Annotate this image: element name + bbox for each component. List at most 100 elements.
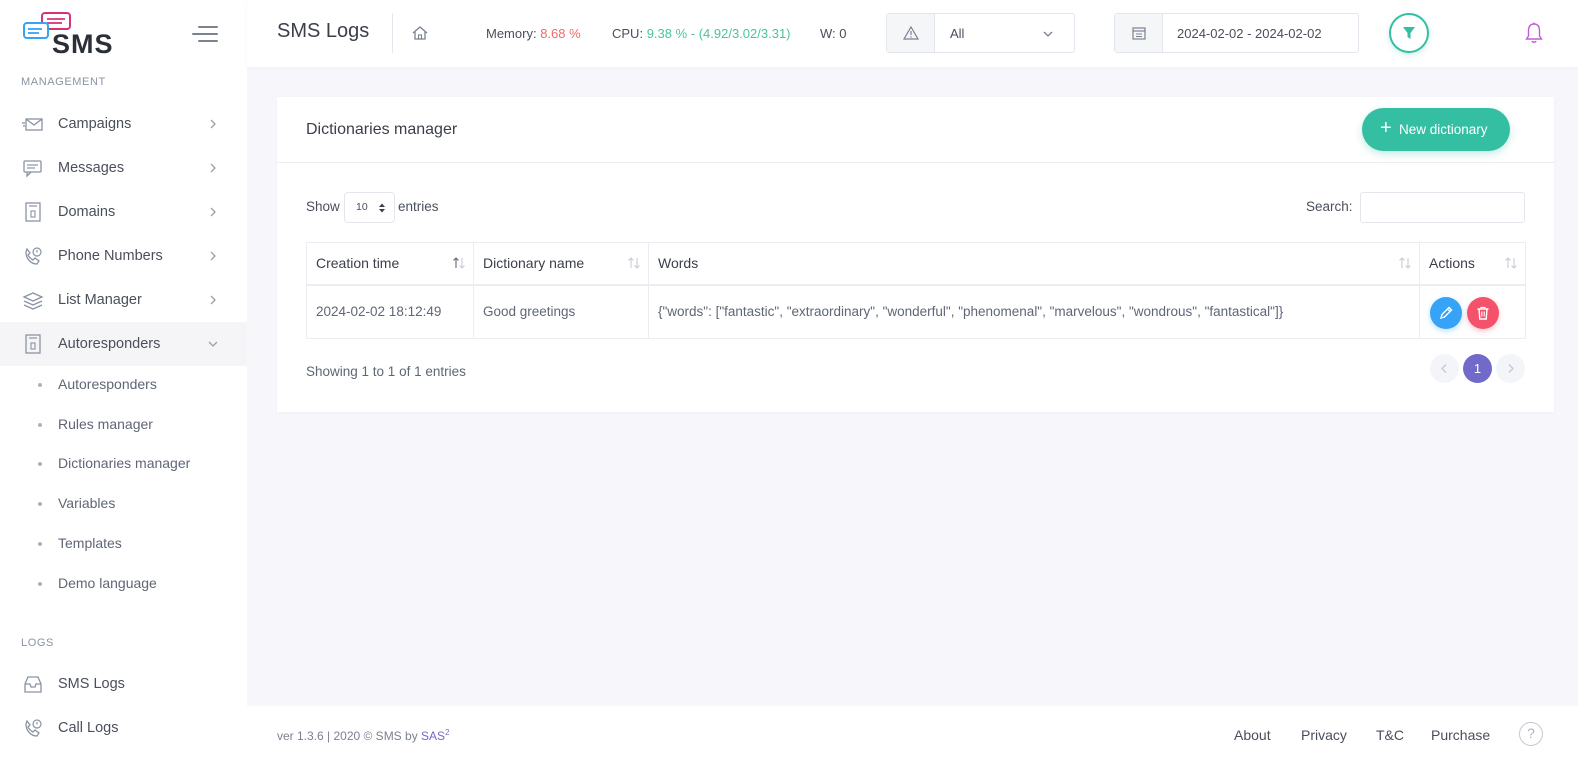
footer-brand-sup: 2 — [445, 728, 450, 737]
phone-icon — [25, 719, 42, 737]
search-input[interactable] — [1360, 192, 1525, 223]
inbox-icon — [24, 676, 42, 693]
card-title: Dictionaries manager — [306, 121, 458, 138]
chevron-right-icon — [210, 163, 216, 173]
cell-creation-time: 2024-02-02 18:12:49 — [306, 284, 474, 339]
apply-filter-button[interactable] — [1389, 13, 1429, 53]
sidebar-subitem-demo-language[interactable]: Demo language — [0, 564, 247, 604]
sidebar-item-label: SMS Logs — [58, 676, 125, 692]
table-header-row: Creation time Dictionary name Words Acti… — [306, 242, 1526, 286]
section-title-logs: LOGS — [21, 637, 54, 649]
date-range-input[interactable]: 2024-02-02 - 2024-02-02 — [1114, 13, 1359, 53]
sidebar-item-call-logs[interactable]: Call Logs — [0, 706, 247, 750]
delete-button[interactable] — [1467, 296, 1499, 329]
cpu-value: 9.38 % - (4.92/3.02/3.31) — [646, 26, 791, 41]
sidebar-subitem-dictionaries-manager[interactable]: Dictionaries manager — [0, 444, 247, 484]
footer-version: ver 1.3.6 | 2020 © SMS by — [277, 729, 422, 743]
sidebar-subitem-label: Autoresponders — [58, 376, 157, 392]
sidebar-item-domains[interactable]: Domains — [0, 190, 247, 234]
cpu-stat: CPU: 9.38 % - (4.92/3.02/3.31) — [612, 26, 791, 41]
table-info: Showing 1 to 1 of 1 entries — [306, 364, 466, 379]
new-dictionary-label: New dictionary — [1399, 122, 1488, 137]
level-filter-value: All — [950, 26, 965, 41]
cell-actions — [1419, 284, 1526, 339]
envelope-icon — [22, 118, 43, 131]
sidebar-subitem-rules-manager[interactable]: Rules manager — [0, 405, 247, 445]
section-title-management: MANAGEMENT — [21, 76, 106, 88]
workers-stat: W: 0 — [820, 26, 847, 41]
footer-link-privacy[interactable]: Privacy — [1301, 727, 1347, 743]
sidebar-subitem-templates[interactable]: Templates — [0, 524, 247, 564]
entries-per-page-select[interactable]: 10 — [344, 192, 395, 223]
column-header-dictionary-name[interactable]: Dictionary name — [473, 242, 649, 286]
pagination-next-button[interactable] — [1496, 354, 1525, 383]
sidebar-subitem-label: Demo language — [58, 575, 157, 591]
column-header-words[interactable]: Words — [648, 242, 1420, 286]
sidebar-subitem-label: Templates — [58, 535, 122, 551]
sidebar-item-autoresponders[interactable]: Autoresponders — [0, 322, 247, 366]
page-title: SMS Logs — [277, 20, 370, 42]
pagination-prev-button[interactable] — [1430, 354, 1459, 383]
table-row: 2024-02-02 18:12:49 Good greetings {"wor… — [306, 284, 1526, 339]
layers-icon — [22, 292, 44, 310]
cell-dictionary-name: Good greetings — [473, 284, 649, 339]
footer-brand-link[interactable]: SAS2 — [421, 728, 450, 743]
sidebar-item-label: Domains — [58, 204, 116, 220]
chevron-right-icon — [210, 207, 216, 217]
logo[interactable]: SMS — [22, 12, 146, 59]
sidebar-item-campaigns[interactable]: Campaigns — [0, 102, 247, 146]
entries-per-page-value: 10 — [356, 201, 368, 213]
pagination-page-1[interactable]: 1 — [1463, 354, 1492, 383]
calendar-icon — [1132, 27, 1146, 40]
sidebar-item-sms-logs[interactable]: SMS Logs — [0, 662, 247, 706]
plus-icon: + — [1380, 117, 1392, 139]
chat-icon — [23, 160, 42, 178]
warning-icon — [903, 25, 919, 40]
sidebar-item-list-manager[interactable]: List Manager — [0, 278, 247, 322]
footer-link-purchase[interactable]: Purchase — [1431, 727, 1490, 743]
new-dictionary-button[interactable]: + New dictionary — [1362, 108, 1510, 151]
logo-icon: SMS — [23, 12, 113, 59]
footer-link-terms[interactable]: T&C — [1376, 727, 1404, 743]
dictionaries-table: Creation time Dictionary name Words Acti… — [306, 242, 1526, 339]
sidebar-subitem-autoresponders[interactable]: Autoresponders — [0, 365, 247, 405]
date-range-value: 2024-02-02 - 2024-02-02 — [1177, 26, 1322, 41]
level-filter-select[interactable]: All — [886, 13, 1075, 53]
show-label: Show — [306, 199, 340, 214]
chevron-right-icon — [210, 251, 216, 261]
home-icon[interactable] — [411, 24, 429, 42]
footer: ver 1.3.6 | 2020 © SMS by SAS2 About Pri… — [247, 706, 1578, 762]
help-icon[interactable]: ? — [1519, 722, 1543, 746]
chevron-down-icon — [1043, 31, 1053, 37]
column-header-creation-time[interactable]: Creation time — [306, 242, 474, 286]
footer-link-about[interactable]: About — [1234, 727, 1271, 743]
column-header-actions[interactable]: Actions — [1419, 242, 1526, 286]
chevron-down-icon — [208, 341, 218, 347]
card-header: Dictionaries manager + New dictionary — [277, 97, 1554, 163]
sidebar-subitem-label: Variables — [58, 495, 116, 511]
edit-button[interactable] — [1430, 296, 1462, 329]
bullet-icon — [38, 582, 42, 586]
document-icon — [25, 202, 41, 222]
funnel-icon — [1403, 27, 1415, 39]
chevron-right-icon — [210, 295, 216, 305]
column-header-label: Creation time — [316, 255, 400, 272]
search-label: Search: — [1306, 199, 1353, 214]
sort-arrows-icon — [379, 203, 385, 213]
sidebar-item-label: Autoresponders — [58, 336, 161, 352]
bell-icon[interactable] — [1524, 22, 1544, 44]
sidebar-item-phone-numbers[interactable]: Phone Numbers — [0, 234, 247, 278]
sidebar-item-messages[interactable]: Messages — [0, 146, 247, 190]
filter-addon — [887, 14, 935, 52]
sidebar-subitem-label: Dictionaries manager — [58, 455, 191, 471]
sidebar-toggle-button[interactable] — [192, 26, 218, 42]
bullet-icon — [38, 383, 42, 387]
sidebar-subitem-variables[interactable]: Variables — [0, 484, 247, 524]
chevron-right-icon — [210, 119, 216, 129]
chevron-left-icon — [1441, 364, 1447, 373]
sidebar-item-label: List Manager — [58, 292, 142, 308]
column-header-label: Words — [658, 255, 699, 272]
memory-stat: Memory: 8.68 % — [486, 26, 581, 41]
sort-icon — [453, 257, 465, 269]
sidebar: SMS MANAGEMENT Campaigns Messages Domain… — [0, 0, 247, 762]
